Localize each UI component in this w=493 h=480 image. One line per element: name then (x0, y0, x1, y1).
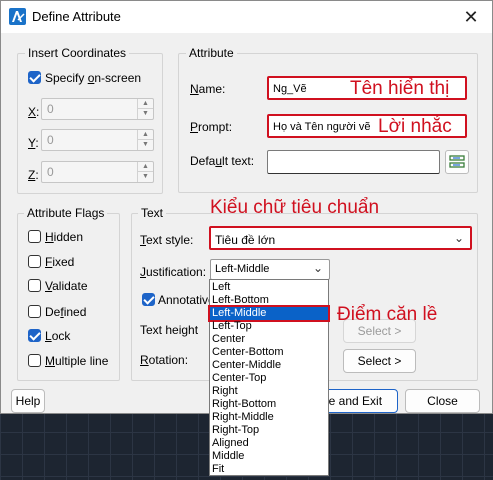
lock-checkbox[interactable] (28, 329, 41, 342)
validate-checkbox[interactable] (28, 279, 41, 292)
validate-label: Validate (45, 279, 88, 293)
chevron-down-icon: ⌄ (312, 261, 323, 275)
justification-dropdown-list[interactable]: Left Left-Bottom Left-Middle Left-Top Center… (208, 279, 330, 476)
spin-down-icon[interactable]: ▼ (138, 172, 153, 182)
attribute-flags-legend: Attribute Flags (24, 206, 108, 220)
annotation-prompt: Lời nhắc (378, 116, 452, 137)
default-text-input[interactable] (267, 150, 440, 174)
annotative-checkbox[interactable] (142, 293, 155, 306)
text-style-select[interactable]: Tiêu đề lớn ⌄ (209, 226, 472, 250)
name-label: Name: (190, 82, 226, 96)
spin-up-icon[interactable]: ▲ (138, 162, 153, 172)
default-text-label: Default text: (190, 154, 255, 168)
text-style-label: Text style: (140, 233, 194, 247)
justification-select[interactable]: Left-Middle ⌄ (210, 259, 330, 280)
justification-option[interactable]: Fit (210, 463, 328, 476)
text-height-label: Text height (140, 323, 199, 337)
fixed-label: Fixed (45, 255, 75, 269)
app-logo-icon (9, 8, 26, 25)
rotation-label: Rotation: (140, 353, 189, 367)
specify-onscreen-checkbox[interactable] (28, 71, 41, 84)
text-legend: Text (138, 206, 167, 220)
z-coordinate-input[interactable]: 0 ▲ ▼ (41, 161, 154, 183)
prompt-label: Prompt: (190, 120, 233, 134)
justification-option[interactable]: Center-Top (210, 372, 328, 385)
fixed-checkbox[interactable] (28, 255, 41, 268)
spin-down-icon[interactable]: ▼ (138, 140, 153, 150)
justification-option[interactable]: Left-Top (210, 320, 328, 333)
justification-option[interactable]: Left-Bottom (210, 294, 328, 307)
justification-option[interactable]: Right-Top (210, 424, 328, 437)
spin-down-icon[interactable]: ▼ (138, 109, 153, 119)
spin-up-icon[interactable]: ▲ (138, 130, 153, 140)
defined-checkbox[interactable] (28, 305, 41, 318)
multiple-line-label: Multiple line (45, 354, 109, 368)
insert-coordinates-legend: Insert Coordinates (25, 46, 130, 60)
justification-label: Justification: (140, 265, 207, 279)
lock-label: Lock (45, 329, 71, 343)
select-rotation-button[interactable]: Select > (343, 349, 416, 373)
justification-option[interactable]: Right-Middle (210, 411, 328, 424)
annotative-label: Annotative (158, 293, 215, 307)
y-label: Y: (28, 136, 39, 150)
multiple-line-checkbox[interactable] (28, 354, 41, 367)
justification-option[interactable]: Center-Middle (210, 359, 328, 372)
insert-field-icon[interactable] (445, 150, 469, 174)
hidden-checkbox[interactable] (28, 230, 41, 243)
justification-option[interactable]: Right (210, 385, 328, 398)
chevron-down-icon: ⌄ (453, 231, 464, 245)
window-title: Define Attribute (32, 9, 121, 24)
close-button[interactable]: Close (405, 389, 480, 413)
justification-option[interactable]: Center (210, 333, 328, 346)
title-bar: Define Attribute ✕ (1, 1, 492, 33)
annotation-name: Tên hiển thị (350, 78, 450, 99)
close-icon[interactable]: ✕ (458, 5, 484, 29)
justification-option[interactable]: Aligned (210, 437, 328, 450)
justification-option[interactable]: Left-Middle (208, 305, 330, 322)
justification-option[interactable]: Middle (210, 450, 328, 463)
justification-option[interactable]: Left (210, 281, 328, 294)
justification-option[interactable]: Right-Bottom (210, 398, 328, 411)
specify-onscreen-label: Specify on-screen (45, 71, 142, 85)
help-button[interactable]: Help (11, 389, 45, 413)
hidden-label: Hidden (45, 230, 84, 244)
y-coordinate-input[interactable]: 0 ▲ ▼ (41, 129, 154, 151)
defined-label: Defined (45, 305, 87, 319)
attribute-legend: Attribute (186, 46, 237, 60)
x-coordinate-input[interactable]: 0 ▲ ▼ (41, 98, 154, 120)
x-label: X: (28, 105, 40, 119)
annotation-justification: Điểm căn lề (337, 304, 438, 325)
spin-up-icon[interactable]: ▲ (138, 99, 153, 109)
annotation-text-style: Kiểu chữ tiêu chuẩn (210, 197, 380, 218)
z-label: Z: (28, 168, 39, 182)
justification-option[interactable]: Center-Bottom (210, 346, 328, 359)
